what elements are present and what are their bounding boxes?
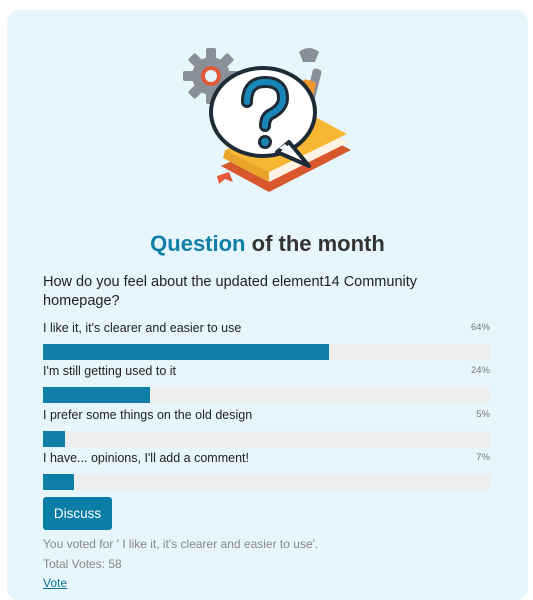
result-bar-fill xyxy=(43,474,75,490)
poll-option[interactable]: I like it, it's clearer and easier to us… xyxy=(43,321,490,360)
voted-message: You voted for ' I like it, it's clearer … xyxy=(43,537,319,551)
option-label: I prefer some things on the old design xyxy=(43,408,253,422)
result-bar-track xyxy=(43,387,490,403)
vote-link[interactable]: Vote xyxy=(43,576,67,590)
poll-title: Question of the month xyxy=(7,231,528,257)
poll-card: Question of the month How do you feel ab… xyxy=(7,10,528,600)
poll-option[interactable]: I prefer some things on the old design 5… xyxy=(43,408,490,447)
option-label: I have... opinions, I'll add a comment! xyxy=(43,451,249,465)
result-bar-fill xyxy=(43,344,330,360)
option-percent: 64% xyxy=(470,322,490,333)
option-percent: 7% xyxy=(476,452,490,463)
poll-question: How do you feel about the updated elemen… xyxy=(43,274,418,309)
option-percent: 24% xyxy=(470,365,490,376)
result-bar-fill xyxy=(43,387,151,403)
option-percent: 5% xyxy=(476,409,490,420)
result-bar-track xyxy=(43,431,490,447)
title-rest: of the month xyxy=(251,231,385,256)
option-label: I like it, it's clearer and easier to us… xyxy=(43,321,242,335)
result-bar-track xyxy=(43,344,490,360)
discuss-button[interactable]: Discuss xyxy=(43,497,112,530)
poll-option[interactable]: I have... opinions, I'll add a comment! … xyxy=(43,451,490,490)
result-bar-track xyxy=(43,474,490,490)
total-votes: Total Votes: 58 xyxy=(43,557,122,571)
option-label: I'm still getting used to it xyxy=(43,364,177,378)
title-accent: Question xyxy=(150,231,246,256)
result-bar-fill xyxy=(43,431,66,447)
poll-option[interactable]: I'm still getting used to it 24% xyxy=(43,364,490,403)
question-book-tools-illustration xyxy=(183,48,351,192)
